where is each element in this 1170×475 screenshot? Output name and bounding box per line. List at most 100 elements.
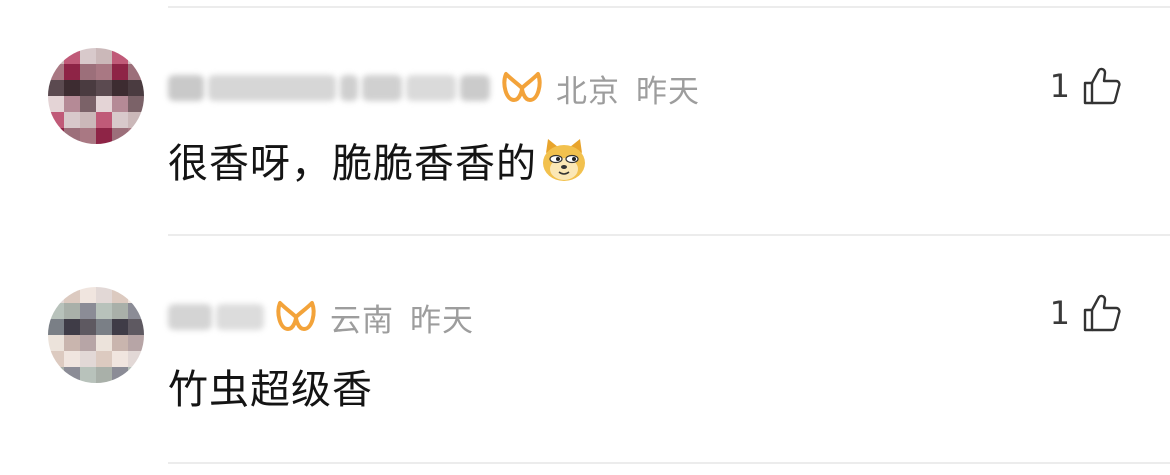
like-count: 1 [1049,67,1070,105]
avatar-mosaic-cell [112,112,128,128]
comment-location: 北京 [556,73,620,110]
vip-badge-icon [502,72,542,102]
avatar-mosaic-cell [128,335,144,351]
avatar-mosaic-cell [80,303,96,319]
avatar-mosaic-cell [112,319,128,335]
avatar-mosaic-cell [112,287,128,303]
avatar-mosaic-cell [64,96,80,112]
avatar[interactable] [48,48,144,144]
bottom-divider [168,462,1170,464]
comment-text: 很香呀，脆脆香香的 [168,132,589,188]
avatar-mosaic-cell [64,128,80,144]
avatar-mosaic-cell [96,351,112,367]
avatar-mosaic-cell [112,48,128,64]
avatar-mosaic-cell [96,319,112,335]
avatar-mosaic-cell [64,287,80,303]
avatar-mosaic-cell [128,112,144,128]
avatar-mosaic-cell [64,303,80,319]
avatar-mosaic-cell [48,128,64,144]
avatar-mosaic-cell [48,112,64,128]
avatar-mosaic-cell [96,303,112,319]
avatar-mosaic-cell [80,64,96,80]
avatar-mosaic-cell [112,351,128,367]
avatar-mosaic-cell [96,367,112,383]
avatar-mosaic-cell [48,367,64,383]
avatar-mosaic-cell [112,303,128,319]
avatar-mosaic-cell [80,351,96,367]
avatar-mosaic-cell [80,112,96,128]
like-button[interactable]: 1 [1050,293,1122,333]
avatar-mosaic-cell [128,64,144,80]
avatar-mosaic-cell [64,80,80,96]
avatar-mosaic-cell [112,367,128,383]
comment-time: 昨天 [636,73,700,110]
avatar-mosaic-cell [96,96,112,112]
avatar-mosaic-cell [48,64,64,80]
username-blurred[interactable] [168,304,264,330]
avatar-mosaic-cell [112,128,128,144]
thumb-up-icon [1083,294,1121,332]
avatar-mosaic-cell [48,96,64,112]
avatar-mosaic-cell [128,351,144,367]
avatar-mosaic-cell [128,80,144,96]
avatar-mosaic-cell [128,367,144,383]
avatar-mosaic-cell [128,303,144,319]
avatar-mosaic-cell [64,335,80,351]
avatar-mosaic-cell [48,48,64,64]
like-count: 1 [1049,294,1070,332]
comment-text: 竹虫超级香 [168,358,373,414]
avatar-mosaic-cell [64,351,80,367]
avatar-mosaic-cell [48,351,64,367]
comment-divider [168,234,1170,236]
location-time: 云南 昨天 [330,295,474,340]
avatar-mosaic-cell [96,64,112,80]
avatar-mosaic-cell [64,367,80,383]
avatar-mosaic-cell [48,80,64,96]
top-divider [168,6,1170,8]
avatar-mosaic-cell [112,80,128,96]
comment-text-content: 竹虫超级香 [168,367,373,413]
vip-badge-icon [276,301,316,331]
avatar-mosaic-cell [64,112,80,128]
like-button[interactable]: 1 [1050,66,1122,106]
avatar-mosaic-cell [80,287,96,303]
avatar-mosaic-cell [128,319,144,335]
comment-time: 昨天 [410,302,474,339]
avatar-mosaic-cell [64,48,80,64]
avatar-mosaic-cell [48,287,64,303]
avatar-mosaic-cell [64,64,80,80]
avatar-mosaic-cell [64,319,80,335]
avatar-mosaic-cell [80,319,96,335]
avatar-mosaic-cell [48,335,64,351]
comment-text-content: 很香呀，脆脆香香的 [168,141,537,187]
avatar-mosaic-cell [80,367,96,383]
avatar-mosaic-cell [112,335,128,351]
avatar-mosaic-cell [80,48,96,64]
avatar-mosaic-cell [112,64,128,80]
avatar-mosaic-cell [96,80,112,96]
avatar-mosaic-cell [80,128,96,144]
avatar-mosaic-cell [96,128,112,144]
location-time: 北京 昨天 [556,66,700,111]
avatar[interactable] [48,287,144,383]
avatar-mosaic-cell [128,287,144,303]
avatar-mosaic-cell [80,80,96,96]
avatar-mosaic-cell [128,48,144,64]
doge-emoji-icon [543,139,585,181]
thumb-up-icon [1083,67,1121,105]
avatar-mosaic-cell [128,128,144,144]
avatar-mosaic-cell [96,112,112,128]
avatar-mosaic-cell [96,287,112,303]
avatar-mosaic-cell [80,96,96,112]
avatar-mosaic-cell [80,335,96,351]
avatar-mosaic-cell [112,96,128,112]
avatar-mosaic-cell [96,48,112,64]
avatar-mosaic-cell [48,319,64,335]
comment-meta: 北京 昨天 [168,66,700,110]
avatar-mosaic-cell [96,335,112,351]
comment-meta: 云南 昨天 [168,295,474,339]
avatar-mosaic-cell [128,96,144,112]
username-blurred[interactable] [168,75,490,101]
comment-location: 云南 [330,302,394,339]
avatar-mosaic-cell [48,303,64,319]
